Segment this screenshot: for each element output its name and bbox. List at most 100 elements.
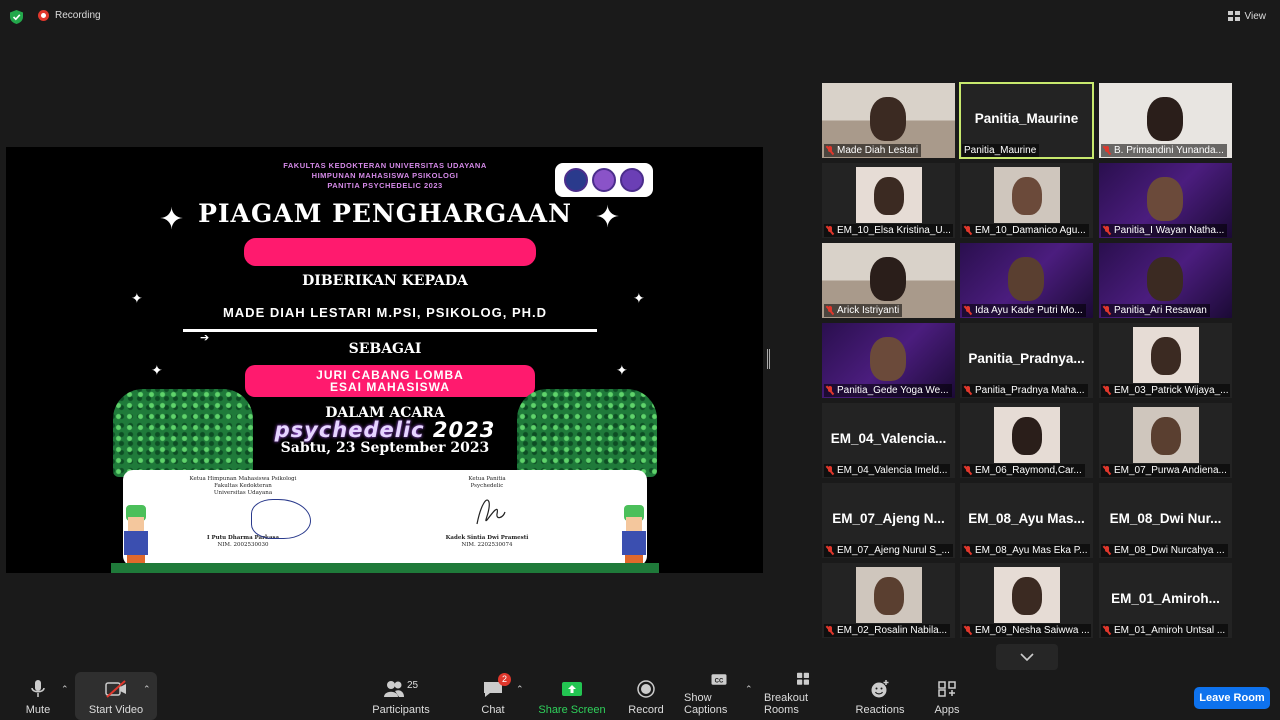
participant-name-label: EM_06_Raymond,Car... (962, 464, 1085, 477)
muted-mic-icon (826, 386, 834, 395)
university-logo (564, 168, 588, 192)
apps-button[interactable]: Apps (928, 672, 966, 720)
participant-name-label: EM_10_Damanico Agu... (962, 224, 1089, 237)
recording-indicator[interactable]: Recording (38, 10, 101, 21)
participant-name: EM_10_Damanico Agu... (975, 225, 1086, 236)
participant-display-name: EM_08_Dwi Nur... (1109, 511, 1222, 526)
participant-tile[interactable]: Panitia_Maurine Panitia_Maurine (959, 82, 1094, 159)
sparkle-icon: ✦ (633, 290, 645, 306)
participant-name: EM_07_Purwa Andiena... (1114, 465, 1227, 476)
participant-name: Panitia_Pradnya Maha... (975, 385, 1085, 396)
participant-name-label: EM_03_Patrick Wijaya_... (1101, 384, 1230, 397)
start-video-button[interactable]: Start Video (75, 672, 157, 720)
participant-tile[interactable]: EM_08_Dwi Nur... EM_08_Dwi Nurcahya ... (1099, 483, 1232, 558)
recording-label: Recording (55, 10, 101, 21)
participant-name: Panitia_I Wayan Natha... (1114, 225, 1225, 236)
participant-tile[interactable]: EM_02_Rosalin Nabila... (822, 563, 955, 638)
panel-resize-handle[interactable] (767, 349, 770, 369)
captions-options-caret-icon[interactable]: ⌃ (745, 684, 753, 695)
view-label: View (1244, 10, 1267, 22)
audio-options-caret-icon[interactable]: ⌃ (61, 684, 69, 695)
mute-button[interactable]: Mute (14, 672, 62, 720)
participant-name-label: EM_08_Ayu Mas Eka P... (962, 544, 1091, 557)
signer-title: Fakultas Kedokteran (214, 483, 272, 489)
chat-button[interactable]: 2 Chat (474, 672, 512, 720)
participant-face (1008, 257, 1044, 301)
participant-name: EM_07_Ajeng Nurul S_... (837, 545, 950, 556)
sparkle-icon: ✦ (131, 290, 143, 306)
participant-name: EM_03_Patrick Wijaya_... (1114, 385, 1229, 396)
participant-count: 25 (407, 680, 419, 691)
video-options-caret-icon[interactable]: ⌃ (143, 684, 151, 695)
participant-tile[interactable]: EM_04_Valencia... EM_04_Valencia Imeld... (822, 403, 955, 478)
certificate: FAKULTAS KEDOKTERAN UNIVERSITAS UDAYANA … (111, 147, 659, 573)
given-to-label: DIBERIKAN KEPADA (302, 273, 468, 289)
shared-screen[interactable]: FAKULTAS KEDOKTERAN UNIVERSITAS UDAYANA … (6, 147, 763, 573)
record-button[interactable]: Record (624, 672, 668, 720)
signature-space (143, 497, 343, 539)
breakout-rooms-button[interactable]: Breakout Rooms (764, 672, 842, 720)
participant-tile[interactable]: EM_09_Nesha Saiwwa ... (960, 563, 1093, 638)
participant-face (870, 337, 906, 381)
chat-icon-wrap: 2 (482, 673, 511, 699)
participant-tile[interactable]: EM_07_Ajeng N... EM_07_Ajeng Nurul S_... (822, 483, 955, 558)
participants-button[interactable]: 25 Participants (370, 672, 432, 720)
signer-nim: NIM. 2202530074 (461, 542, 513, 548)
participants-label: Participants (372, 704, 430, 716)
video-off-icon (105, 680, 126, 698)
leave-room-button[interactable]: Leave Room (1194, 687, 1270, 709)
show-captions-button[interactable]: CC Show Captions (684, 672, 754, 720)
participant-tile[interactable]: Ida Ayu Kade Putri Mo... (960, 243, 1093, 318)
participant-tile[interactable]: EM_07_Purwa Andiena... (1099, 403, 1232, 478)
chevron-down-icon (1020, 653, 1034, 661)
security-shield-icon[interactable] (10, 10, 23, 24)
view-button[interactable]: View (1224, 7, 1271, 25)
record-label: Record (628, 704, 664, 716)
signer-title: Ketua Panitia (468, 476, 506, 482)
muted-mic-icon (1103, 466, 1111, 475)
share-screen-button[interactable]: Share Screen (538, 672, 606, 720)
participant-tile[interactable]: Made Diah Lestari (822, 83, 955, 158)
participant-display-name: EM_08_Ayu Mas... (968, 511, 1085, 526)
muted-mic-icon (826, 226, 834, 235)
participant-tile[interactable]: Panitia_Gede Yoga We... (822, 323, 955, 398)
microphone-icon (31, 680, 45, 697)
svg-text:CC: CC (715, 679, 724, 685)
participant-face (1151, 337, 1181, 375)
participant-tile[interactable]: EM_10_Damanico Agu... (960, 163, 1093, 238)
role-line: ESAI MAHASISWA (329, 380, 450, 394)
recipient-name: MADE DIAH LESTARI M.PSI, PSIKOLOG, PH.D (222, 305, 548, 320)
muted-mic-icon (826, 546, 834, 555)
participant-tile[interactable]: B. Primandini Yunanda... (1099, 83, 1232, 158)
participant-tile[interactable]: EM_06_Raymond,Car... (960, 403, 1093, 478)
participant-face (1012, 177, 1042, 215)
captions-label: Show Captions (684, 692, 728, 716)
closed-captions-icon: CC (711, 674, 727, 685)
participant-tile[interactable]: Panitia_Ari Resawan (1099, 243, 1232, 318)
muted-mic-icon (826, 466, 834, 475)
participant-tile[interactable]: Arick Istriyanti (822, 243, 955, 318)
participant-tile[interactable]: Panitia_I Wayan Natha... (1099, 163, 1232, 238)
participant-tile[interactable]: EM_08_Ayu Mas... EM_08_Ayu Mas Eka P... (960, 483, 1093, 558)
participant-video-thumbnail (856, 167, 922, 223)
people-icon (384, 681, 404, 697)
participant-tile[interactable]: EM_03_Patrick Wijaya_... (1099, 323, 1232, 398)
participant-video-thumbnail (994, 567, 1060, 623)
participant-display-name: EM_07_Ajeng N... (832, 511, 945, 526)
participant-name-label: Panitia_Ari Resawan (1101, 304, 1210, 317)
as-label: SEBAGAI (348, 341, 422, 357)
sparkle-icon: ✦ (616, 362, 628, 378)
participant-name-label: EM_01_Amiroh Untsal ... (1101, 624, 1229, 637)
participant-name: EM_06_Raymond,Car... (975, 465, 1082, 476)
psychedelic-logo (620, 168, 644, 192)
reactions-label: Reactions (855, 704, 905, 716)
breakout-rooms-icon (797, 672, 809, 685)
apps-label: Apps (934, 704, 960, 716)
chat-options-caret-icon[interactable]: ⌃ (516, 684, 524, 695)
participant-tile[interactable]: EM_10_Elsa Kristina_U... (822, 163, 955, 238)
participant-tile[interactable]: EM_01_Amiroh... EM_01_Amiroh Untsal ... (1099, 563, 1232, 638)
participant-video-thumbnail (856, 567, 922, 623)
reactions-button[interactable]: Reactions (856, 672, 904, 720)
gallery-scroll-down-button[interactable] (996, 644, 1058, 670)
participant-tile[interactable]: Panitia_Pradnya... Panitia_Pradnya Maha..… (960, 323, 1093, 398)
